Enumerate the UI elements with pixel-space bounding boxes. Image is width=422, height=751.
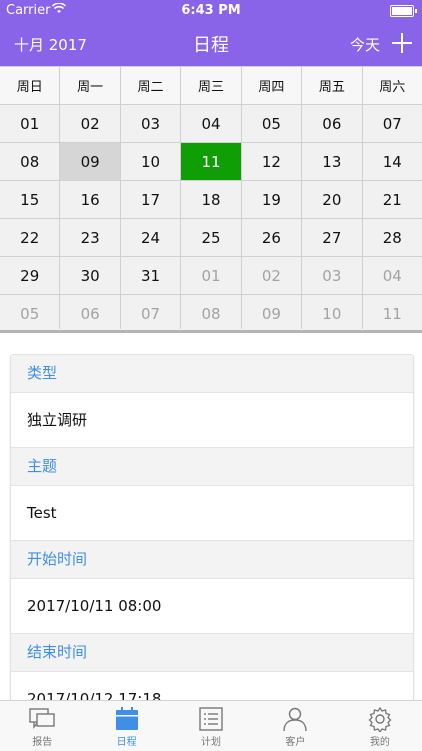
calendar-day[interactable]: 27 <box>302 219 362 256</box>
calendar-day[interactable]: 05 <box>0 295 60 332</box>
calendar-day[interactable]: 31 <box>120 257 181 294</box>
calendar-day[interactable]: 15 <box>0 181 60 218</box>
calendar-day[interactable]: 03 <box>302 257 362 294</box>
nav-bar: 十月 2017 日程 今天 <box>0 22 422 66</box>
calendar-day[interactable]: 29 <box>0 257 60 294</box>
calendar-day[interactable]: 02 <box>60 105 120 142</box>
detail-value: 2017/10/11 08:00 <box>11 579 413 634</box>
calendar-day[interactable]: 12 <box>241 143 302 180</box>
calendar-day[interactable]: 22 <box>0 219 60 256</box>
calendar-day[interactable]: 28 <box>362 219 422 256</box>
detail-label: 主题 <box>11 448 413 486</box>
weekday-header: 周四 <box>241 67 302 104</box>
detail-label: 结束时间 <box>11 634 413 672</box>
calendar-day[interactable]: 30 <box>60 257 120 294</box>
battery-icon <box>390 5 417 17</box>
calendar-day[interactable]: 26 <box>241 219 302 256</box>
weekday-header: 周六 <box>362 67 422 104</box>
tab-calendar[interactable]: 日程 <box>84 701 168 751</box>
calendar-day[interactable]: 25 <box>181 219 241 256</box>
weekday-header: 周五 <box>302 67 362 104</box>
calendar-day[interactable]: 08 <box>0 143 60 180</box>
settings-icon <box>366 706 394 734</box>
add-icon[interactable] <box>392 33 412 53</box>
calendar-day[interactable]: 05 <box>241 105 302 142</box>
tab-bar: 报告 日程 计划 客户 我的 <box>0 700 422 751</box>
calendar-day[interactable]: 20 <box>302 181 362 218</box>
calendar-day[interactable]: 09 <box>60 143 120 180</box>
calendar-day[interactable]: 04 <box>362 257 422 294</box>
calendar-day[interactable]: 04 <box>181 105 241 142</box>
detail-value: 独立调研 <box>11 393 413 448</box>
calendar-day[interactable]: 13 <box>302 143 362 180</box>
weekday-header: 周一 <box>60 67 120 104</box>
tab-customer[interactable]: 客户 <box>253 701 337 751</box>
detail-value: Test <box>11 486 413 541</box>
detail-value: 2017/10/12 17:18 <box>11 672 413 700</box>
calendar-day[interactable]: 14 <box>362 143 422 180</box>
report-icon <box>28 706 56 732</box>
detail-area: 类型 独立调研 主题 Test 开始时间 2017/10/11 08:00 结束时间 2017… <box>0 333 422 700</box>
calendar-day[interactable]: 21 <box>362 181 422 218</box>
calendar-day[interactable]: 08 <box>181 295 241 332</box>
status-bar: Carrier 6:43 PM <box>0 0 422 22</box>
calendar-icon <box>113 706 141 732</box>
weekday-header: 周三 <box>181 67 241 104</box>
calendar-day[interactable]: 01 <box>181 257 241 294</box>
calendar-day[interactable]: 11 <box>181 143 241 180</box>
schedule-detail-card: 类型 独立调研 主题 Test 开始时间 2017/10/11 08:00 结束时间 2017… <box>10 354 414 700</box>
calendar-day[interactable]: 18 <box>181 181 241 218</box>
calendar-day[interactable]: 23 <box>60 219 120 256</box>
detail-label: 开始时间 <box>11 541 413 579</box>
calendar-day[interactable]: 24 <box>120 219 181 256</box>
detail-label: 类型 <box>11 355 413 393</box>
calendar-day[interactable]: 01 <box>0 105 60 142</box>
calendar-day[interactable]: 16 <box>60 181 120 218</box>
calendar-day[interactable]: 10 <box>120 143 181 180</box>
calendar-day[interactable]: 11 <box>362 295 422 332</box>
tab-label: 报告 <box>32 737 53 748</box>
status-time: 6:43 PM <box>181 3 241 18</box>
calendar-grid: 周日 周一 周二 周三 周四 周五 周六 01 02 03 04 05 06 07 08 09 10 11 12 13… <box>0 66 422 332</box>
calendar-day[interactable]: 03 <box>120 105 181 142</box>
weekday-header: 周日 <box>0 67 60 104</box>
calendar-day[interactable]: 10 <box>302 295 362 332</box>
calendar-day[interactable]: 19 <box>241 181 302 218</box>
today-button[interactable]: 今天 <box>350 34 380 55</box>
calendar-day[interactable]: 07 <box>120 295 181 332</box>
calendar-day[interactable]: 02 <box>241 257 302 294</box>
tab-label: 日程 <box>116 737 137 748</box>
calendar-day[interactable]: 06 <box>60 295 120 332</box>
tab-label: 客户 <box>285 737 306 748</box>
tab-label: 我的 <box>369 737 390 748</box>
calendar-day[interactable]: 07 <box>362 105 422 142</box>
tab-settings[interactable]: 我的 <box>338 701 422 751</box>
calendar-day[interactable]: 17 <box>120 181 181 218</box>
weekday-header: 周二 <box>120 67 181 104</box>
tab-report[interactable]: 报告 <box>0 701 84 751</box>
tab-label: 计划 <box>201 737 222 748</box>
customer-icon <box>281 706 309 732</box>
tab-plan[interactable]: 计划 <box>169 701 253 751</box>
plan-icon <box>197 706 225 732</box>
calendar-day[interactable]: 06 <box>302 105 362 142</box>
calendar-day[interactable]: 09 <box>241 295 302 332</box>
